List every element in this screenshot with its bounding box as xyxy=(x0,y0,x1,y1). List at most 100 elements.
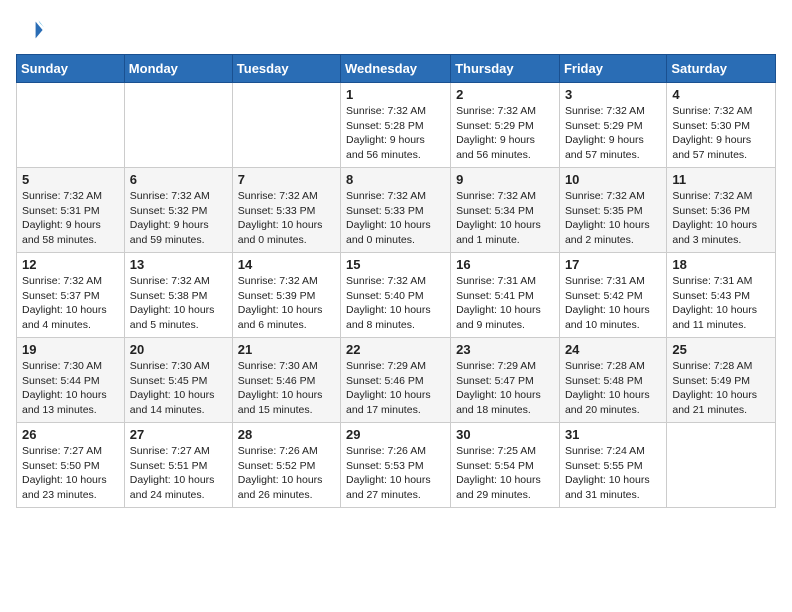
day-info: Sunrise: 7:30 AM Sunset: 5:45 PM Dayligh… xyxy=(130,359,227,418)
day-info: Sunrise: 7:26 AM Sunset: 5:52 PM Dayligh… xyxy=(238,444,335,503)
day-number: 22 xyxy=(346,342,445,357)
day-cell xyxy=(667,423,776,508)
day-number: 15 xyxy=(346,257,445,272)
day-cell: 8 Sunrise: 7:32 AM Sunset: 5:33 PM Daylig… xyxy=(341,168,451,253)
day-cell: 25Sunrise: 7:28 AM Sunset: 5:49 PM Dayli… xyxy=(667,338,776,423)
day-cell: 11Sunrise: 7:32 AM Sunset: 5:36 PM Dayli… xyxy=(667,168,776,253)
day-number: 6 xyxy=(130,172,227,187)
day-info: Sunrise: 7:31 AM Sunset: 5:43 PM Dayligh… xyxy=(672,274,770,333)
day-number: 2 xyxy=(456,87,554,102)
day-number: 20 xyxy=(130,342,227,357)
day-info: Sunrise: 7:31 AM Sunset: 5:41 PM Dayligh… xyxy=(456,274,554,333)
day-number: 17 xyxy=(565,257,661,272)
week-row-5: 26 Sunrise: 7:27 AM Sunset: 5:50 PM Dayli… xyxy=(17,423,776,508)
day-info: Sunrise: 7:28 AM Sunset: 5:48 PM Dayligh… xyxy=(565,359,661,418)
day-number: 7 xyxy=(238,172,335,187)
day-cell: 28 Sunrise: 7:26 AM Sunset: 5:52 PM Dayli… xyxy=(232,423,340,508)
day-info: Sunrise: 7:29 AM Sunset: 5:46 PM Dayligh… xyxy=(346,359,445,418)
day-info: Sunrise: 7:32 AM Sunset: 5:33 PM Dayligh… xyxy=(238,189,335,248)
day-number: 29 xyxy=(346,427,445,442)
day-info: Sunrise: 7:28 AM Sunset: 5:49 PM Dayligh… xyxy=(672,359,770,418)
day-number: 3 xyxy=(565,87,661,102)
day-info: Sunrise: 7:32 AM Sunset: 5:28 PM Dayligh… xyxy=(346,104,445,163)
day-number: 31 xyxy=(565,427,661,442)
day-cell xyxy=(232,83,340,168)
day-number: 8 xyxy=(346,172,445,187)
day-info: Sunrise: 7:32 AM Sunset: 5:35 PM Dayligh… xyxy=(565,189,661,248)
day-cell: 17Sunrise: 7:31 AM Sunset: 5:42 PM Dayli… xyxy=(559,253,666,338)
day-number: 12 xyxy=(22,257,119,272)
day-cell: 23Sunrise: 7:29 AM Sunset: 5:47 PM Dayli… xyxy=(451,338,560,423)
day-info: Sunrise: 7:25 AM Sunset: 5:54 PM Dayligh… xyxy=(456,444,554,503)
logo-icon xyxy=(16,16,44,44)
day-cell: 6 Sunrise: 7:32 AM Sunset: 5:32 PM Daylig… xyxy=(124,168,232,253)
day-info: Sunrise: 7:32 AM Sunset: 5:30 PM Dayligh… xyxy=(672,104,770,163)
day-cell: 22 Sunrise: 7:29 AM Sunset: 5:46 PM Dayli… xyxy=(341,338,451,423)
day-info: Sunrise: 7:32 AM Sunset: 5:40 PM Dayligh… xyxy=(346,274,445,333)
day-cell: 18 Sunrise: 7:31 AM Sunset: 5:43 PM Dayli… xyxy=(667,253,776,338)
day-info: Sunrise: 7:27 AM Sunset: 5:50 PM Dayligh… xyxy=(22,444,119,503)
day-cell: 9 Sunrise: 7:32 AM Sunset: 5:34 PM Daylig… xyxy=(451,168,560,253)
col-header-monday: Monday xyxy=(124,55,232,83)
day-info: Sunrise: 7:32 AM Sunset: 5:34 PM Dayligh… xyxy=(456,189,554,248)
day-cell: 7 Sunrise: 7:32 AM Sunset: 5:33 PM Daylig… xyxy=(232,168,340,253)
day-info: Sunrise: 7:32 AM Sunset: 5:29 PM Dayligh… xyxy=(456,104,554,163)
logo xyxy=(16,16,48,44)
day-info: Sunrise: 7:32 AM Sunset: 5:33 PM Dayligh… xyxy=(346,189,445,248)
day-info: Sunrise: 7:32 AM Sunset: 5:31 PM Dayligh… xyxy=(22,189,119,248)
day-number: 14 xyxy=(238,257,335,272)
day-cell xyxy=(17,83,125,168)
week-row-2: 5 Sunrise: 7:32 AM Sunset: 5:31 PM Daylig… xyxy=(17,168,776,253)
day-number: 27 xyxy=(130,427,227,442)
day-number: 5 xyxy=(22,172,119,187)
day-info: Sunrise: 7:24 AM Sunset: 5:55 PM Dayligh… xyxy=(565,444,661,503)
day-number: 24 xyxy=(565,342,661,357)
col-header-sunday: Sunday xyxy=(17,55,125,83)
day-number: 21 xyxy=(238,342,335,357)
day-info: Sunrise: 7:30 AM Sunset: 5:44 PM Dayligh… xyxy=(22,359,119,418)
col-header-tuesday: Tuesday xyxy=(232,55,340,83)
day-cell: 12Sunrise: 7:32 AM Sunset: 5:37 PM Dayli… xyxy=(17,253,125,338)
day-cell: 24 Sunrise: 7:28 AM Sunset: 5:48 PM Dayli… xyxy=(559,338,666,423)
day-info: Sunrise: 7:32 AM Sunset: 5:39 PM Dayligh… xyxy=(238,274,335,333)
day-info: Sunrise: 7:32 AM Sunset: 5:29 PM Dayligh… xyxy=(565,104,661,163)
day-cell: 13 Sunrise: 7:32 AM Sunset: 5:38 PM Dayli… xyxy=(124,253,232,338)
day-cell: 10 Sunrise: 7:32 AM Sunset: 5:35 PM Dayli… xyxy=(559,168,666,253)
day-cell: 15 Sunrise: 7:32 AM Sunset: 5:40 PM Dayli… xyxy=(341,253,451,338)
col-header-saturday: Saturday xyxy=(667,55,776,83)
week-row-1: 1 Sunrise: 7:32 AM Sunset: 5:28 PM Daylig… xyxy=(17,83,776,168)
day-cell: 19 Sunrise: 7:30 AM Sunset: 5:44 PM Dayli… xyxy=(17,338,125,423)
day-cell: 14 Sunrise: 7:32 AM Sunset: 5:39 PM Dayli… xyxy=(232,253,340,338)
day-info: Sunrise: 7:32 AM Sunset: 5:36 PM Dayligh… xyxy=(672,189,770,248)
day-info: Sunrise: 7:32 AM Sunset: 5:32 PM Dayligh… xyxy=(130,189,227,248)
calendar-header-row: SundayMondayTuesdayWednesdayThursdayFrid… xyxy=(17,55,776,83)
day-number: 30 xyxy=(456,427,554,442)
col-header-wednesday: Wednesday xyxy=(341,55,451,83)
day-info: Sunrise: 7:26 AM Sunset: 5:53 PM Dayligh… xyxy=(346,444,445,503)
week-row-3: 12Sunrise: 7:32 AM Sunset: 5:37 PM Dayli… xyxy=(17,253,776,338)
page-header xyxy=(16,16,776,44)
day-number: 13 xyxy=(130,257,227,272)
day-cell: 3 Sunrise: 7:32 AM Sunset: 5:29 PM Daylig… xyxy=(559,83,666,168)
day-number: 9 xyxy=(456,172,554,187)
day-cell xyxy=(124,83,232,168)
day-cell: 1 Sunrise: 7:32 AM Sunset: 5:28 PM Daylig… xyxy=(341,83,451,168)
col-header-thursday: Thursday xyxy=(451,55,560,83)
day-number: 10 xyxy=(565,172,661,187)
day-info: Sunrise: 7:32 AM Sunset: 5:38 PM Dayligh… xyxy=(130,274,227,333)
day-cell: 5 Sunrise: 7:32 AM Sunset: 5:31 PM Daylig… xyxy=(17,168,125,253)
day-number: 23 xyxy=(456,342,554,357)
day-info: Sunrise: 7:27 AM Sunset: 5:51 PM Dayligh… xyxy=(130,444,227,503)
day-cell: 30 Sunrise: 7:25 AM Sunset: 5:54 PM Dayli… xyxy=(451,423,560,508)
col-header-friday: Friday xyxy=(559,55,666,83)
calendar-table: SundayMondayTuesdayWednesdayThursdayFrid… xyxy=(16,54,776,508)
day-number: 19 xyxy=(22,342,119,357)
day-cell: 2 Sunrise: 7:32 AM Sunset: 5:29 PM Daylig… xyxy=(451,83,560,168)
day-number: 26 xyxy=(22,427,119,442)
day-cell: 20 Sunrise: 7:30 AM Sunset: 5:45 PM Dayli… xyxy=(124,338,232,423)
day-cell: 16Sunrise: 7:31 AM Sunset: 5:41 PM Dayli… xyxy=(451,253,560,338)
day-number: 1 xyxy=(346,87,445,102)
day-number: 18 xyxy=(672,257,770,272)
day-number: 28 xyxy=(238,427,335,442)
day-cell: 26 Sunrise: 7:27 AM Sunset: 5:50 PM Dayli… xyxy=(17,423,125,508)
